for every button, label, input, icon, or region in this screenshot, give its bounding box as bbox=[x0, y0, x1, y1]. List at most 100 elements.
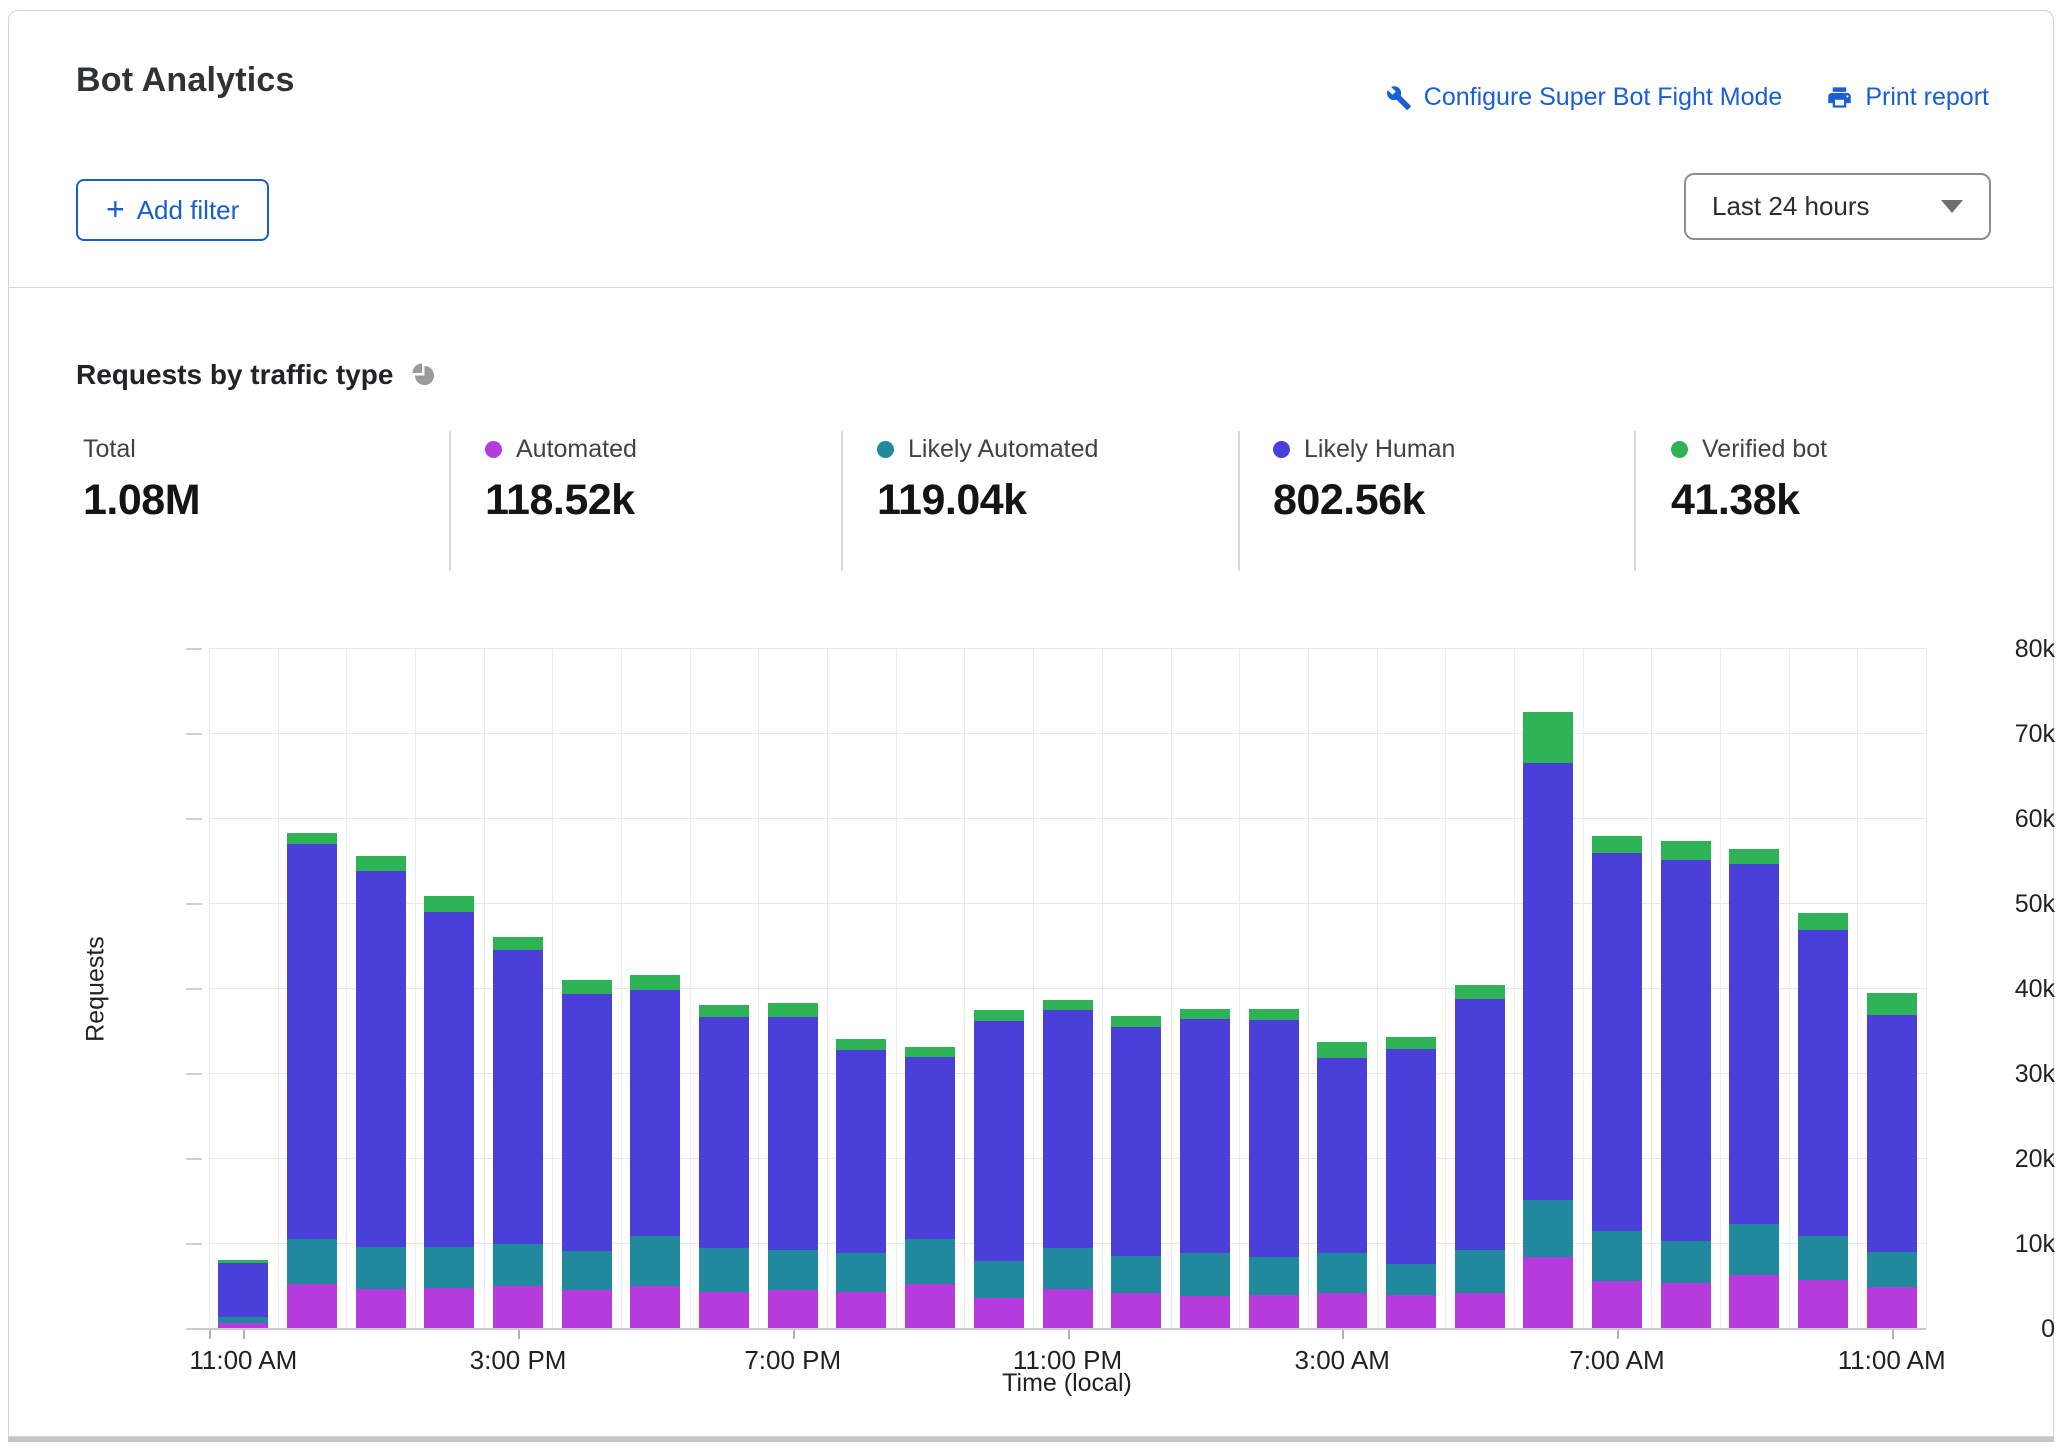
bar-segment-likely-human bbox=[1798, 930, 1848, 1236]
y-tick-mark bbox=[186, 1243, 202, 1245]
add-filter-button[interactable]: + Add filter bbox=[76, 179, 269, 241]
bar-segment-automated bbox=[1592, 1281, 1642, 1329]
time-range-select[interactable]: Last 24 hours bbox=[1684, 173, 1991, 240]
gridline-h bbox=[209, 733, 1926, 734]
x-tick-mark bbox=[209, 1329, 211, 1339]
x-tick-mark bbox=[243, 1329, 245, 1339]
x-tick-label: 11:00 AM bbox=[1838, 1345, 1946, 1376]
bar-hour-5[interactable] bbox=[562, 980, 612, 1329]
bar-segment-likely-automated bbox=[287, 1239, 337, 1284]
gridline-v bbox=[484, 649, 485, 1329]
bar-segment-automated bbox=[974, 1298, 1024, 1329]
bar-hour-12[interactable] bbox=[1043, 1000, 1093, 1329]
bar-hour-8[interactable] bbox=[768, 1003, 818, 1329]
gridline-v bbox=[1583, 649, 1584, 1329]
gridline-v bbox=[1033, 649, 1034, 1329]
bar-segment-likely-human bbox=[1111, 1027, 1161, 1256]
bar-segment-automated bbox=[1867, 1287, 1917, 1330]
gridline-v bbox=[1239, 649, 1240, 1329]
bar-segment-verified-bot bbox=[699, 1005, 749, 1017]
bar-hour-20[interactable] bbox=[1592, 836, 1642, 1329]
gridline-v bbox=[1926, 649, 1927, 1329]
bar-segment-automated bbox=[1180, 1296, 1230, 1329]
bar-segment-likely-automated bbox=[1867, 1252, 1917, 1287]
bar-segment-likely-automated bbox=[1729, 1224, 1779, 1276]
stat-divider bbox=[449, 431, 451, 571]
bar-hour-15[interactable] bbox=[1249, 1009, 1299, 1329]
printer-icon bbox=[1826, 84, 1853, 111]
bar-hour-4[interactable] bbox=[493, 937, 543, 1329]
y-tick-mark bbox=[186, 1073, 202, 1075]
bar-hour-6[interactable] bbox=[630, 975, 680, 1329]
bar-hour-19[interactable] bbox=[1523, 712, 1573, 1329]
x-tick-mark bbox=[1892, 1329, 1894, 1339]
likely-human-dot-icon bbox=[1273, 441, 1290, 458]
bar-hour-7[interactable] bbox=[699, 1005, 749, 1329]
bar-segment-automated bbox=[1455, 1293, 1505, 1329]
bar-segment-verified-bot bbox=[562, 980, 612, 994]
bar-segment-verified-bot bbox=[1317, 1042, 1367, 1058]
next-card-top-edge bbox=[8, 1437, 2054, 1442]
bar-hour-10[interactable] bbox=[905, 1047, 955, 1329]
bar-segment-verified-bot bbox=[424, 896, 474, 911]
bar-hour-16[interactable] bbox=[1317, 1042, 1367, 1329]
stat-verified-bot-label: Verified bot bbox=[1702, 435, 1827, 464]
configure-super-bot-fight-mode-link[interactable]: Configure Super Bot Fight Mode bbox=[1386, 83, 1783, 112]
bar-hour-23[interactable] bbox=[1798, 913, 1848, 1330]
x-tick-mark bbox=[518, 1329, 520, 1339]
bar-segment-likely-automated bbox=[356, 1247, 406, 1290]
gridline-v bbox=[1377, 649, 1378, 1329]
stat-likely-automated-label: Likely Automated bbox=[908, 435, 1098, 464]
bar-segment-likely-human bbox=[1180, 1019, 1230, 1253]
bar-segment-likely-automated bbox=[699, 1248, 749, 1291]
bar-segment-likely-automated bbox=[1661, 1241, 1711, 1284]
chevron-down-icon bbox=[1941, 200, 1963, 213]
bar-segment-likely-automated bbox=[768, 1250, 818, 1290]
bar-segment-verified-bot bbox=[1249, 1009, 1299, 1020]
y-axis-title: Requests bbox=[82, 936, 111, 1042]
bar-segment-likely-human bbox=[1661, 860, 1711, 1241]
stat-automated-label: Automated bbox=[516, 435, 637, 464]
stat-total-label: Total bbox=[83, 435, 136, 464]
bar-segment-likely-human bbox=[1523, 763, 1573, 1200]
bar-hour-18[interactable] bbox=[1455, 985, 1505, 1329]
verified-bot-dot-icon bbox=[1671, 441, 1688, 458]
print-report-link[interactable]: Print report bbox=[1826, 83, 1989, 112]
bar-segment-verified-bot bbox=[1592, 836, 1642, 853]
y-tick-mark bbox=[186, 648, 202, 650]
time-range-value: Last 24 hours bbox=[1712, 191, 1870, 222]
y-tick-mark bbox=[186, 733, 202, 735]
x-tick-label: 7:00 AM bbox=[1569, 1345, 1664, 1376]
bar-hour-14[interactable] bbox=[1180, 1009, 1230, 1329]
stat-likely-automated-value: 119.04k bbox=[877, 476, 1098, 525]
bar-hour-9[interactable] bbox=[836, 1039, 886, 1329]
bar-hour-17[interactable] bbox=[1386, 1037, 1436, 1329]
bar-segment-likely-human bbox=[699, 1017, 749, 1248]
bar-segment-likely-human bbox=[562, 994, 612, 1251]
bar-hour-24[interactable] bbox=[1867, 993, 1917, 1329]
bar-segment-likely-automated bbox=[1043, 1248, 1093, 1289]
bar-hour-21[interactable] bbox=[1661, 841, 1711, 1329]
bar-segment-likely-automated bbox=[630, 1236, 680, 1285]
x-tick-mark bbox=[1617, 1329, 1619, 1339]
bar-hour-22[interactable] bbox=[1729, 849, 1779, 1329]
bar-segment-verified-bot bbox=[356, 856, 406, 870]
likely-automated-dot-icon bbox=[877, 441, 894, 458]
bar-segment-likely-automated bbox=[836, 1253, 886, 1291]
bar-hour-11[interactable] bbox=[974, 1010, 1024, 1329]
bar-segment-likely-automated bbox=[493, 1244, 543, 1286]
bar-segment-likely-automated bbox=[1455, 1250, 1505, 1293]
bar-hour-13[interactable] bbox=[1111, 1016, 1161, 1329]
bar-hour-1[interactable] bbox=[287, 833, 337, 1329]
bar-hour-2[interactable] bbox=[356, 856, 406, 1329]
bar-segment-verified-bot bbox=[1111, 1016, 1161, 1027]
bar-hour-0[interactable] bbox=[218, 1260, 268, 1329]
bar-segment-likely-automated bbox=[1317, 1253, 1367, 1293]
gridline-v bbox=[896, 649, 897, 1329]
bar-hour-3[interactable] bbox=[424, 896, 474, 1329]
bar-segment-likely-human bbox=[905, 1057, 955, 1239]
bar-segment-verified-bot bbox=[630, 975, 680, 989]
bar-segment-automated bbox=[1249, 1295, 1299, 1329]
bar-segment-likely-human bbox=[630, 990, 680, 1237]
gridline-v bbox=[415, 649, 416, 1329]
